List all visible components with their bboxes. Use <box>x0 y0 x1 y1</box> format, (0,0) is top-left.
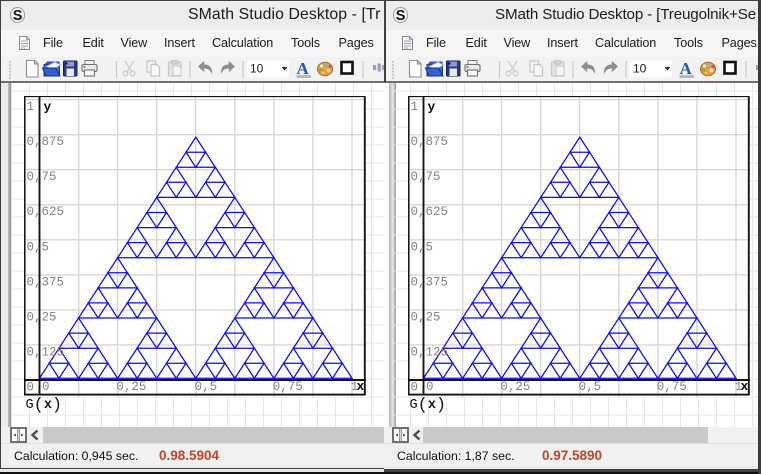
svg-text:0,5: 0,5 <box>578 380 601 394</box>
svg-text:0,375: 0,375 <box>410 275 448 289</box>
svg-text:0,25: 0,25 <box>116 380 146 394</box>
svg-text:0,75: 0,75 <box>272 380 302 394</box>
svg-text:0,375: 0,375 <box>26 275 64 289</box>
svg-text:y: y <box>43 99 51 114</box>
svg-text:0,25: 0,25 <box>410 310 440 324</box>
svg-text:0,25: 0,25 <box>26 310 56 324</box>
svg-text:0: 0 <box>26 380 34 394</box>
svg-text:0,75: 0,75 <box>410 170 440 184</box>
svg-text:0,5: 0,5 <box>194 380 217 394</box>
svg-text:0,625: 0,625 <box>410 205 448 219</box>
svg-text:x: x <box>740 379 748 394</box>
svg-text:0,75: 0,75 <box>26 170 56 184</box>
svg-text:1: 1 <box>410 100 418 114</box>
svg-text:y: y <box>427 99 435 114</box>
svg-text:x: x <box>356 379 364 394</box>
svg-text:0,875: 0,875 <box>410 135 448 149</box>
svg-text:0: 0 <box>42 380 50 394</box>
svg-text:10: 10 <box>633 61 647 75</box>
svg-text:0,5: 0,5 <box>410 240 433 254</box>
svg-text:0: 0 <box>410 380 418 394</box>
svg-text:1: 1 <box>26 100 34 114</box>
svg-text:0,625: 0,625 <box>26 205 64 219</box>
svg-text:0: 0 <box>426 380 434 394</box>
svg-text:0,875: 0,875 <box>26 135 64 149</box>
svg-text:0,125: 0,125 <box>410 345 448 359</box>
svg-text:10: 10 <box>250 61 264 75</box>
svg-text:0,125: 0,125 <box>26 345 64 359</box>
svg-text:0,5: 0,5 <box>26 240 49 254</box>
svg-text:0,75: 0,75 <box>656 380 686 394</box>
svg-text:0,25: 0,25 <box>500 380 530 394</box>
